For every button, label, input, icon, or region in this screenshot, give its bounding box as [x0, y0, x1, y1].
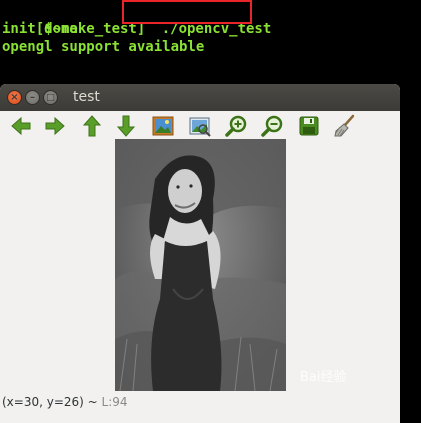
maximize-icon: □ [46, 92, 55, 103]
window-titlebar[interactable]: × – □ test [0, 84, 400, 111]
broom-icon[interactable] [333, 114, 357, 138]
window-maximize-button[interactable]: □ [43, 90, 58, 105]
minimize-icon: – [30, 91, 35, 103]
watermark-text: Bai经验 [300, 370, 347, 385]
status-level: L:94 [101, 395, 128, 409]
zoom-out-icon[interactable] [260, 114, 284, 138]
image-zoom-icon[interactable] [188, 114, 212, 138]
terminal-output-line: init done [2, 21, 78, 37]
arrow-down-icon[interactable] [114, 114, 138, 138]
save-icon[interactable] [297, 114, 321, 138]
command-highlight-box [122, 0, 252, 24]
terminal-output-line: opengl support available [2, 39, 205, 55]
status-bar: (x=30, y=26) ~ L:94 [0, 392, 402, 412]
displayed-image[interactable] [115, 139, 286, 391]
zoom-in-icon[interactable] [224, 114, 248, 138]
arrow-left-icon[interactable] [9, 114, 33, 138]
terminal: [$~make_test] ./opencv_test init done op… [0, 0, 421, 84]
close-icon: × [10, 91, 19, 103]
window-minimize-button[interactable]: – [25, 90, 40, 105]
toolbar [0, 111, 400, 141]
arrow-right-icon[interactable] [43, 114, 67, 138]
desktop-edge [400, 84, 421, 423]
arrow-up-icon[interactable] [80, 114, 104, 138]
window-close-button[interactable]: × [7, 90, 22, 105]
image-icon[interactable] [151, 114, 175, 138]
grayscale-photo [115, 139, 286, 391]
window-title: test [73, 89, 100, 105]
status-coordinates: (x=30, y=26) ~ [2, 395, 102, 409]
